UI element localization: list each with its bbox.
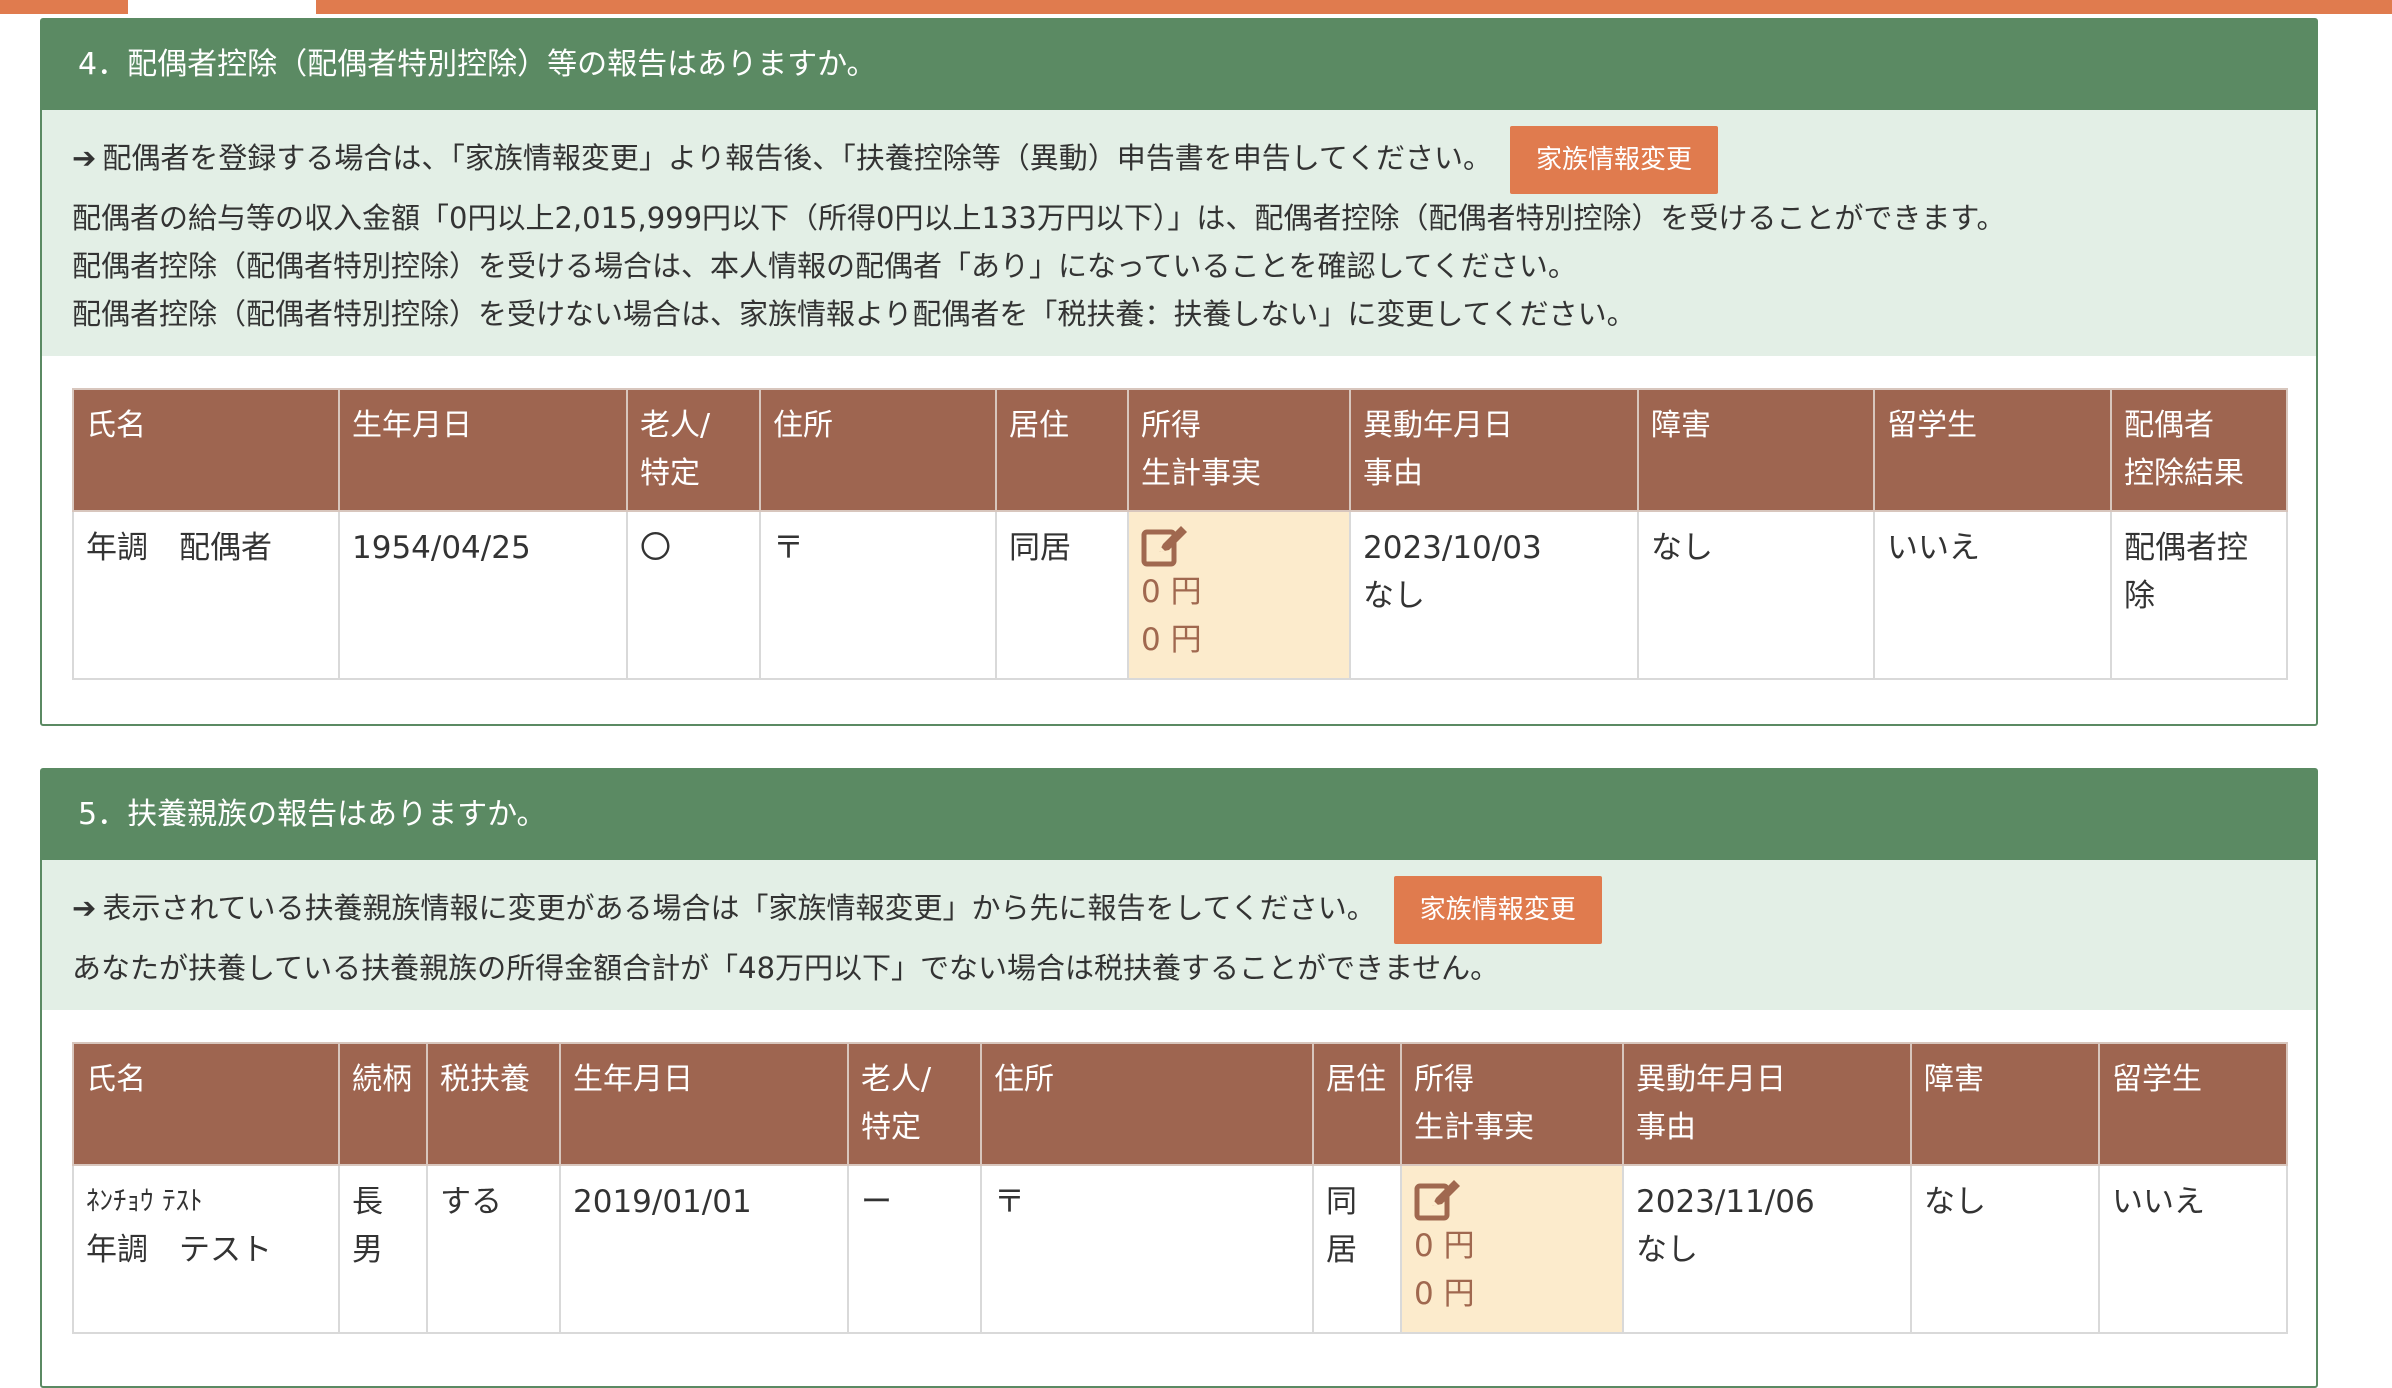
table-row: 年調 配偶者 1954/04/25 〇 〒 同居 0 円 0 円 2023/10… — [72, 510, 2288, 680]
cell-residence: 同 居 — [1312, 1164, 1402, 1334]
cell-birth: 1954/04/25 — [338, 510, 628, 680]
notice-line: あなたが扶養している扶養親族の所得金額合計が「48万円以下」でない場合は税扶養す… — [72, 951, 1500, 985]
top-tab-strip — [0, 0, 2392, 14]
col-header-disability: 障害 — [1910, 1042, 2100, 1166]
col-header-residence: 居住 — [1312, 1042, 1402, 1166]
change-reason: なし — [1636, 1232, 1698, 1268]
active-top-tab[interactable] — [128, 0, 316, 14]
cell-residence: 同居 — [995, 510, 1129, 680]
name-kana: ﾈﾝﾁｮｳ ﾃｽﾄ — [86, 1186, 203, 1217]
section-title: 4．配偶者控除（配偶者特別控除）等の報告はありますか。 — [42, 20, 2316, 110]
col-header-name: 氏名 — [72, 388, 340, 512]
living-fact-amount: 0 円 — [1414, 1276, 1475, 1312]
section-title: 5．扶養親族の報告はありますか。 — [42, 770, 2316, 860]
living-fact-amount: 0 円 — [1141, 622, 1202, 658]
col-header-student: 留学生 — [2098, 1042, 2288, 1166]
cell-address: 〒 — [980, 1164, 1314, 1334]
col-header-tax-dependent: 税扶養 — [426, 1042, 561, 1166]
cell-name: 年調 配偶者 — [72, 510, 340, 680]
cell-tax-dependent: する — [426, 1164, 561, 1334]
notice-line: 配偶者の給与等の収入金額「0円以上2,015,999円以下（所得0円以上133万… — [72, 201, 2006, 235]
col-header-birth: 生年月日 — [559, 1042, 849, 1166]
income-amount: 0 円 — [1141, 574, 1202, 610]
col-header-change-date: 異動年月日 事由 — [1622, 1042, 1912, 1166]
cell-disability: なし — [1910, 1164, 2100, 1334]
table-row: ﾈﾝﾁｮｳ ﾃｽﾄ 年調 テスト 長 男 する 2019/01/01 ー 〒 同… — [72, 1164, 2288, 1334]
col-header-birth: 生年月日 — [338, 388, 628, 512]
family-info-change-button[interactable]: 家族情報変更 — [1393, 876, 1602, 944]
notice-line: ➔ 配偶者を登録する場合は、「家族情報変更」より報告後、「扶養控除等（異動）申告書… — [72, 126, 2286, 194]
cell-spouse-result: 配偶者控 除 — [2110, 510, 2288, 680]
col-header-elderly: 老人/ 特定 — [626, 388, 761, 512]
arrow-right-icon: ➔ — [72, 891, 97, 925]
cell-relation: 長 男 — [338, 1164, 428, 1334]
col-header-elderly: 老人/ 特定 — [847, 1042, 982, 1166]
notice-line: 配偶者控除（配偶者特別控除）を受ける場合は、本人情報の配偶者「あり」になっている… — [72, 249, 1577, 283]
col-header-name: 氏名 — [72, 1042, 340, 1166]
edit-icon[interactable] — [1141, 524, 1189, 568]
col-header-residence: 居住 — [995, 388, 1129, 512]
cell-elderly: 〇 — [626, 510, 761, 680]
spouse-deduction-section: 4．配偶者控除（配偶者特別控除）等の報告はありますか。 ➔ 配偶者を登録する場合は… — [40, 18, 2318, 726]
change-reason: なし — [1363, 578, 1425, 614]
cell-disability: なし — [1637, 510, 1875, 680]
cell-address: 〒 — [759, 510, 997, 680]
col-header-address: 住所 — [980, 1042, 1314, 1166]
cell-name: ﾈﾝﾁｮｳ ﾃｽﾄ 年調 テスト — [72, 1164, 340, 1334]
name-kanji: 年調 テスト — [86, 1232, 272, 1268]
col-header-income: 所得 生計事実 — [1127, 388, 1351, 512]
col-header-address: 住所 — [759, 388, 997, 512]
cell-student: いいえ — [2098, 1164, 2288, 1334]
col-header-disability: 障害 — [1637, 388, 1875, 512]
notice-box: ➔ 配偶者を登録する場合は、「家族情報変更」より報告後、「扶養控除等（異動）申告書… — [42, 110, 2316, 356]
change-date: 2023/11/06 — [1636, 1184, 1815, 1220]
cell-income: 0 円 0 円 — [1127, 510, 1351, 680]
dependents-section: 5．扶養親族の報告はありますか。 ➔ 表示されている扶養親族情報に変更がある場合は… — [40, 768, 2318, 1388]
cell-elderly: ー — [847, 1164, 982, 1334]
col-header-income: 所得 生計事実 — [1400, 1042, 1624, 1166]
cell-student: いいえ — [1873, 510, 2112, 680]
cell-change: 2023/11/06 なし — [1622, 1164, 1912, 1334]
notice-box: ➔ 表示されている扶養親族情報に変更がある場合は「家族情報変更」から先に報告をして… — [42, 860, 2316, 1010]
arrow-right-icon: ➔ — [72, 141, 97, 175]
cell-change: 2023/10/03 なし — [1349, 510, 1639, 680]
col-header-change-date: 異動年月日 事由 — [1349, 388, 1639, 512]
edit-icon[interactable] — [1414, 1178, 1462, 1222]
col-header-student: 留学生 — [1873, 388, 2112, 512]
change-date: 2023/10/03 — [1363, 530, 1542, 566]
notice-line: 配偶者控除（配偶者特別控除）を受けない場合は、家族情報より配偶者を「税扶養：扶養… — [72, 297, 1636, 331]
col-header-relation: 続柄 — [338, 1042, 428, 1166]
income-amount: 0 円 — [1414, 1228, 1475, 1264]
col-header-spouse-result: 配偶者 控除結果 — [2110, 388, 2288, 512]
notice-line: ➔ 表示されている扶養親族情報に変更がある場合は「家族情報変更」から先に報告をして… — [72, 876, 2286, 944]
family-info-change-button[interactable]: 家族情報変更 — [1510, 126, 1719, 194]
spouse-table: 氏名 生年月日 老人/ 特定 住所 居住 所得 生計事実 異動年月日 事由 障害… — [72, 388, 2288, 680]
cell-birth: 2019/01/01 — [559, 1164, 849, 1334]
cell-income: 0 円 0 円 — [1400, 1164, 1624, 1334]
dependents-table: 氏名 続柄 税扶養 生年月日 老人/ 特定 住所 居住 所得 生計事実 異動年月… — [72, 1042, 2288, 1334]
